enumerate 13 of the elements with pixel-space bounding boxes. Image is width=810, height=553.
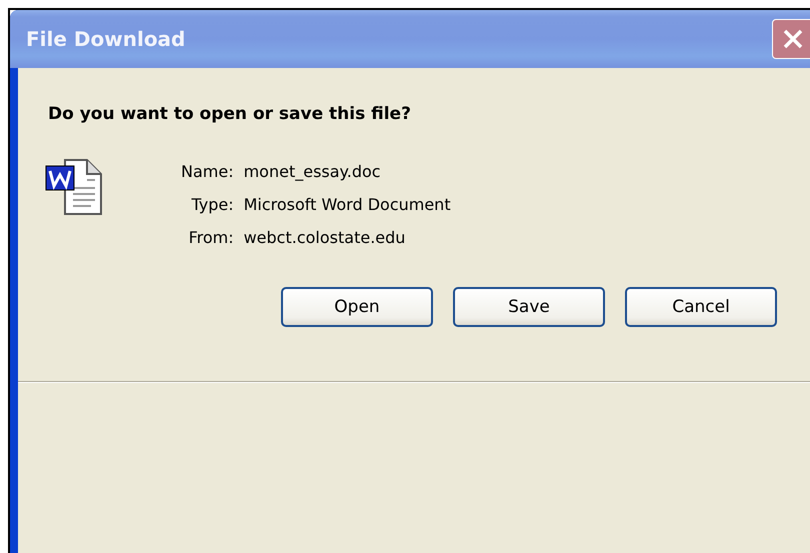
close-button[interactable] xyxy=(772,19,810,59)
dialog-button[interactable]: Cancel xyxy=(625,287,777,327)
field-value: monet_essay.doc xyxy=(244,162,382,181)
field-label: Name: xyxy=(181,162,234,181)
field-value: Microsoft Word Document xyxy=(244,195,451,214)
window-title: File Download xyxy=(26,27,186,51)
question-text: Do you want to open or save this file? xyxy=(47,103,412,124)
field-label: From: xyxy=(188,228,234,247)
dialog-button[interactable]: Open xyxy=(281,287,433,327)
field-value: webct.colostate.edu xyxy=(244,228,406,247)
dialog-button[interactable]: Save xyxy=(453,287,605,327)
field-label: Type: xyxy=(190,195,234,214)
close-icon xyxy=(781,27,805,51)
